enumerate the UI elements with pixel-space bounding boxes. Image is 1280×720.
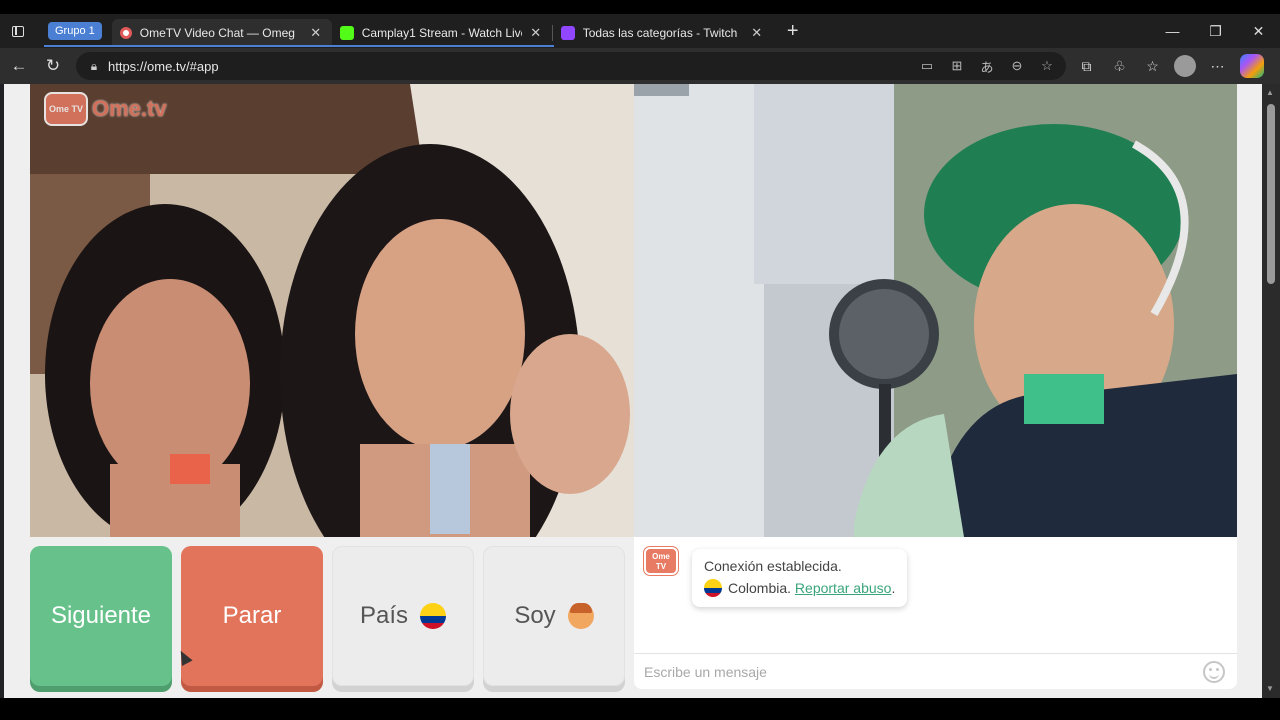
camera-permission-icon[interactable]: ▭ [914,53,940,79]
minimize-button[interactable]: — [1151,14,1194,48]
chat-logo-text: Ome TV [652,552,670,571]
scroll-down-icon[interactable]: ▼ [1266,684,1274,693]
connection-status-text: Conexión establecida. [704,558,842,574]
message-input[interactable] [644,663,1203,680]
gender-button-label: Soy [514,602,556,629]
tab-title: Camplay1 Stream - Watch Live on [361,26,522,40]
twitch-favicon-icon [560,26,575,40]
translate-icon[interactable]: あ [974,53,1000,79]
scroll-up-icon[interactable]: ▲ [1266,88,1274,97]
navigation-bar: ← ↻ 🔒︎ https://ome.tv/#app ▭ ⊞ あ ⊖ ☆ ⧉ ♧… [0,48,1280,84]
restore-button[interactable]: ❐ [1194,14,1237,48]
favorite-star-icon[interactable]: ☆ [1034,53,1060,79]
close-tab-icon[interactable]: ✕ [749,25,765,41]
self-video-frame [634,84,1237,537]
screen: Grupo 1 OmeTV Video Chat — Omeg ✕ Campla… [0,0,1280,720]
report-suffix: . [891,580,896,596]
back-arrow-icon[interactable]: ← [2,49,36,83]
colombia-flag-icon [420,603,447,629]
profile-avatar[interactable] [1174,55,1196,77]
tab-group-underline [44,45,554,47]
copilot-icon[interactable] [1240,54,1264,78]
tab-actions-button[interactable] [0,14,36,48]
tab-ometv[interactable]: OmeTV Video Chat — Omeg ✕ [111,19,332,47]
new-tab-button[interactable]: + [779,17,807,45]
tab-bar: Grupo 1 OmeTV Video Chat — Omeg ✕ Campla… [0,14,1280,48]
refresh-icon[interactable]: ↻ [36,49,70,83]
report-abuse-link[interactable]: Reportar abuso [795,577,892,599]
country-line: Colombia. Reportar abuso. [704,577,895,599]
country-button-label: País [359,602,409,629]
more-tools-icon[interactable]: ⊖ [1004,53,1030,79]
address-bar[interactable]: 🔒︎ https://ome.tv/#app ▭ ⊞ あ ⊖ ☆ [76,52,1066,80]
url-text[interactable]: https://ome.tv/#app [108,59,914,74]
tab-group-label[interactable]: Grupo 1 [48,22,102,40]
window-controls: — ❐ ✕ [1151,14,1280,48]
remote-video: Ome TV Ome.tv [30,84,634,537]
logo-badge-text: Ome TV [48,104,83,114]
stop-button-label: Parar [222,602,282,629]
remote-video-frame [30,84,634,537]
browser-essentials-icon[interactable]: ♧ [1103,49,1136,83]
kick-favicon-icon [339,26,354,40]
close-tab-icon[interactable]: ✕ [308,25,324,41]
chat-panel: Ome TV Conexión establecida. Colombia. R… [634,537,1237,689]
site-info-icon[interactable]: 🔒︎ [84,59,104,74]
close-window-button[interactable]: ✕ [1237,14,1280,48]
logo-text: Ome.tv [92,96,167,121]
ometv-chat-logo-icon: Ome TV [644,547,678,575]
tab-twitch[interactable]: Todas las categorías - Twitch ✕ [553,19,773,47]
gender-button[interactable]: Soy [483,546,625,686]
chat-input-bar [634,653,1237,689]
self-video [634,84,1237,537]
colombia-flag-icon [704,579,722,597]
system-message: Conexión establecida. Colombia. Reportar… [692,549,908,607]
favorites-icon[interactable]: ☆ [1136,49,1169,83]
ometv-logo: Ome TV Ome.tv [44,92,167,126]
app-available-icon[interactable]: ⊞ [944,53,970,79]
ometv-page: Ome TV Ome.tv Siguiente Parar País Soy O… [4,84,1262,698]
close-tab-icon[interactable]: ✕ [528,25,544,41]
logo-tv-icon: Ome TV [44,92,88,126]
country-button[interactable]: País [332,546,474,686]
tab-actions-icon [12,25,24,37]
browser-window: Grupo 1 OmeTV Video Chat — Omeg ✕ Campla… [0,14,1280,698]
address-bar-actions: ▭ ⊞ あ ⊖ ☆ [914,53,1060,79]
country-name: Colombia. [728,580,792,596]
ometv-favicon-icon [119,27,132,39]
tab-camplay[interactable]: Camplay1 Stream - Watch Live on ✕ [332,19,552,47]
boy-emoji-icon [567,603,594,629]
next-button-label: Siguiente [50,602,152,629]
extensions-icon[interactable]: ⧉ [1070,49,1103,83]
stop-button[interactable]: Parar [181,546,323,686]
tab-title: OmeTV Video Chat — Omeg [139,26,295,40]
emoji-picker-icon[interactable] [1203,660,1225,683]
tab-title: Todas las categorías - Twitch [582,26,738,40]
page-scrollbar[interactable]: ▲ ▼ [1262,84,1280,698]
settings-more-icon[interactable]: ⋯ [1201,49,1234,83]
scroll-thumb[interactable] [1267,104,1275,284]
next-button[interactable]: Siguiente [30,546,172,686]
toolbar-icons: ⧉ ♧ ☆ ⋯ [1070,49,1270,83]
